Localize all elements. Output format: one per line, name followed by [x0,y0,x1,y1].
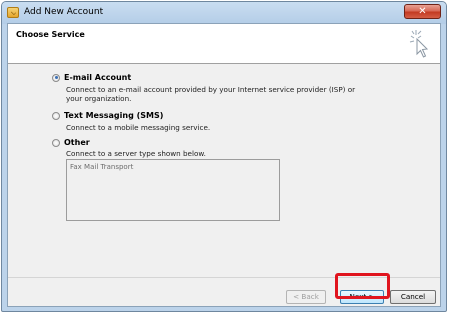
email-account-label[interactable]: E-mail Account [64,73,131,82]
other-label[interactable]: Other [64,138,90,147]
wand-sparkle-icon [409,30,429,58]
back-button[interactable]: < Back [286,290,326,304]
dialog-body: Choose Service E-mail Account Connect to… [7,23,441,307]
email-account-radio[interactable] [52,73,60,82]
close-button[interactable]: ✕ [404,4,441,19]
server-type-list[interactable]: Fax Mail Transport [66,159,280,221]
page-title: Choose Service [16,30,85,39]
text-messaging-label[interactable]: Text Messaging (SMS) [64,111,163,120]
next-button[interactable]: Next > [340,290,384,304]
text-messaging-radio[interactable] [52,111,60,120]
option-other[interactable]: Other [52,138,90,147]
list-item[interactable]: Fax Mail Transport [70,163,133,171]
text-messaging-description: Connect to a mobile messaging service. [66,123,211,132]
outlook-app-icon [7,7,19,18]
wizard-header: Choose Service [8,24,440,64]
email-account-description: Connect to an e-mail account provided by… [66,85,356,103]
close-icon: ✕ [418,6,427,17]
footer-divider [8,277,440,278]
add-account-dialog: Add New Account ✕ Choose Service E-mail … [1,1,447,312]
option-text-messaging[interactable]: Text Messaging (SMS) [52,111,163,120]
title-bar[interactable]: Add New Account ✕ [2,2,446,24]
cancel-button[interactable]: Cancel [390,290,436,304]
other-radio[interactable] [52,138,60,147]
option-email-account[interactable]: E-mail Account [52,73,131,82]
other-description: Connect to a server type shown below. [66,149,206,158]
window-title: Add New Account [24,7,104,17]
